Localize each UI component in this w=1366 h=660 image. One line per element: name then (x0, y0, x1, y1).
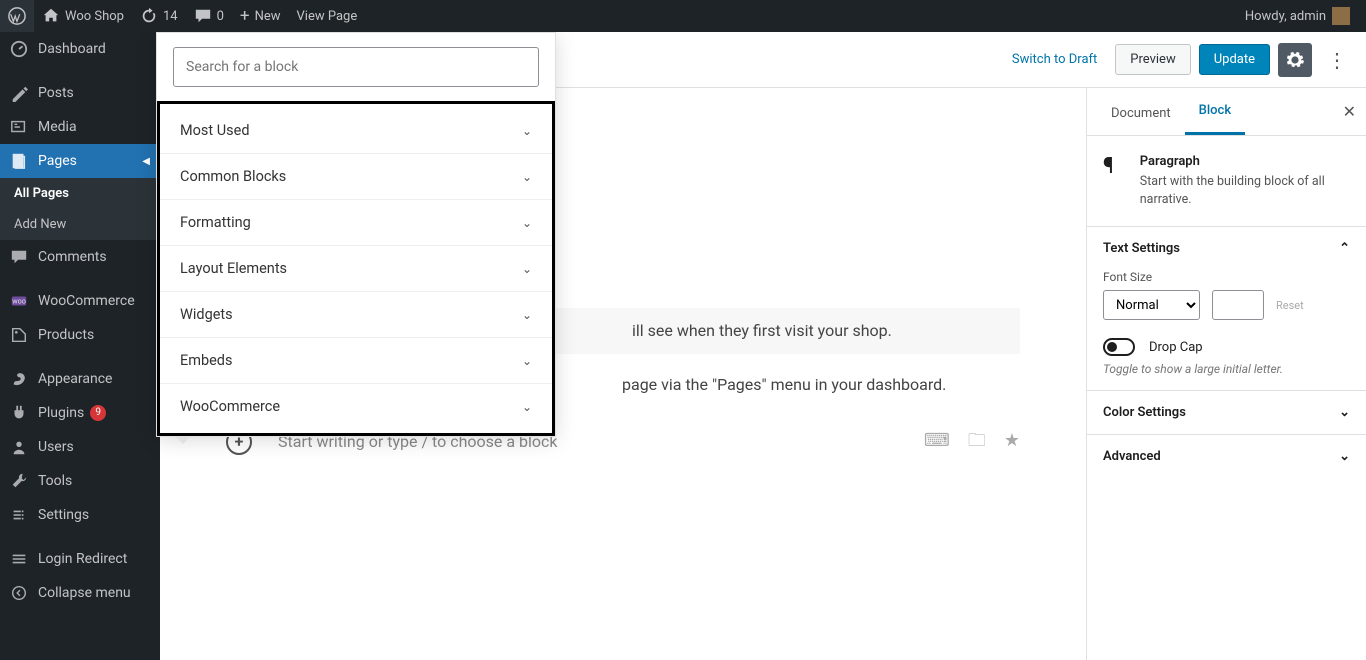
menu-comments[interactable]: Comments (0, 240, 160, 274)
font-size-label: Font Size (1103, 270, 1350, 284)
settings-sidebar: Document Block ✕ ¶ Paragraph Start with … (1086, 88, 1366, 660)
cat-layout-elements[interactable]: Layout Elements⌄ (160, 245, 552, 291)
search-block-input[interactable] (173, 47, 539, 87)
chevron-down-icon: ⌄ (1339, 405, 1350, 420)
comments-count: 0 (217, 9, 224, 24)
drop-cap-hint: Toggle to show a large initial letter. (1103, 362, 1350, 376)
menu-woocommerce[interactable]: wooWooCommerce (0, 284, 160, 318)
keyboard-icon[interactable]: ⌨ (924, 427, 950, 456)
updates-count: 14 (163, 9, 178, 24)
chevron-down-icon: ⌄ (522, 354, 532, 368)
menu-collapse[interactable]: Collapse menu (0, 576, 160, 610)
panel-text-settings[interactable]: Text Settings⌃ (1087, 227, 1366, 270)
chevron-down-icon: ⌄ (522, 400, 532, 414)
menu-pages-add[interactable]: Add New (0, 209, 160, 240)
folder-icon[interactable]: 🗀 (968, 427, 986, 456)
new-label: New (255, 9, 281, 24)
admin-bar: Woo Shop 14 0 +New View Page Howdy, admi… (0, 0, 1366, 32)
new-link[interactable]: +New (232, 0, 289, 32)
cat-embeds[interactable]: Embeds⌄ (160, 337, 552, 383)
block-inserter: Most Used⌄ Common Blocks⌄ Formatting⌄ La… (156, 32, 556, 437)
admin-menu: Dashboard Posts Media Pages◀ All Pages A… (0, 32, 160, 660)
chevron-down-icon: ⌄ (522, 216, 532, 230)
chevron-down-icon: ⌄ (522, 262, 532, 276)
chevron-up-icon: ⌃ (1339, 241, 1350, 256)
drop-cap-toggle[interactable] (1103, 338, 1135, 356)
site-link[interactable]: Woo Shop (34, 0, 132, 32)
menu-dashboard[interactable]: Dashboard (0, 32, 160, 66)
panel-advanced[interactable]: Advanced⌄ (1087, 435, 1366, 478)
menu-users[interactable]: Users (0, 430, 160, 464)
plugins-badge: 9 (90, 405, 106, 421)
menu-login-redirect[interactable]: Login Redirect (0, 542, 160, 576)
chevron-down-icon: ⌄ (1339, 449, 1350, 464)
block-title: Paragraph (1140, 154, 1350, 169)
font-size-custom-input[interactable] (1212, 290, 1264, 320)
chevron-down-icon: ⌄ (522, 308, 532, 322)
menu-products[interactable]: Products (0, 318, 160, 352)
menu-appearance[interactable]: Appearance (0, 362, 160, 396)
view-page-link[interactable]: View Page (289, 0, 366, 32)
tab-document[interactable]: Document (1097, 92, 1185, 135)
tab-block[interactable]: Block (1185, 89, 1245, 135)
my-account[interactable]: Howdy, admin (1237, 7, 1358, 25)
cat-widgets[interactable]: Widgets⌄ (160, 291, 552, 337)
close-sidebar-icon[interactable]: ✕ (1343, 102, 1356, 121)
avatar (1332, 7, 1350, 25)
paragraph-icon: ¶ (1103, 154, 1126, 180)
site-name: Woo Shop (65, 9, 124, 24)
menu-tools[interactable]: Tools (0, 464, 160, 498)
svg-text:woo: woo (12, 297, 26, 306)
reset-button[interactable]: Reset (1276, 299, 1304, 312)
drop-cap-label: Drop Cap (1149, 340, 1203, 355)
update-button[interactable]: Update (1199, 44, 1270, 75)
block-description: Start with the building block of all nar… (1140, 173, 1350, 208)
panel-color-settings[interactable]: Color Settings⌄ (1087, 391, 1366, 434)
switch-to-draft-button[interactable]: Switch to Draft (1002, 46, 1107, 73)
cat-woocommerce[interactable]: WooCommerce⌄ (160, 383, 552, 429)
more-options-icon[interactable]: ⋮ (1320, 43, 1354, 77)
cat-most-used[interactable]: Most Used⌄ (160, 108, 552, 153)
cat-common-blocks[interactable]: Common Blocks⌄ (160, 153, 552, 199)
cat-formatting[interactable]: Formatting⌄ (160, 199, 552, 245)
preview-button[interactable]: Preview (1115, 44, 1190, 75)
chevron-down-icon: ⌄ (522, 124, 532, 138)
chevron-down-icon: ⌄ (522, 170, 532, 184)
menu-posts[interactable]: Posts (0, 76, 160, 110)
comments-link[interactable]: 0 (186, 0, 232, 32)
settings-icon[interactable] (1278, 43, 1312, 77)
updates-link[interactable]: 14 (132, 0, 186, 32)
menu-plugins[interactable]: Plugins9 (0, 396, 160, 430)
menu-pages[interactable]: Pages◀ (0, 144, 160, 178)
menu-media[interactable]: Media (0, 110, 160, 144)
star-icon[interactable]: ★ (1004, 427, 1020, 456)
menu-pages-all[interactable]: All Pages (0, 178, 160, 209)
menu-settings[interactable]: Settings (0, 498, 160, 532)
wp-logo[interactable] (0, 0, 34, 32)
font-size-select[interactable]: Normal (1103, 290, 1200, 320)
